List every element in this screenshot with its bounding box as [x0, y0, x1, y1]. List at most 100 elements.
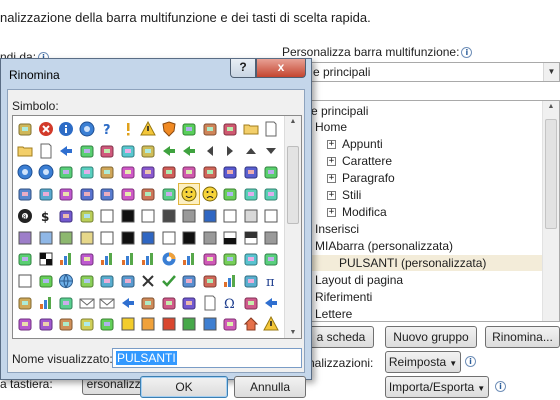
cycle-icon[interactable]	[200, 271, 220, 291]
smiley-icon[interactable]	[178, 183, 200, 206]
dark-half-square-icon[interactable]	[241, 228, 261, 248]
expand-plus-icon[interactable]: +	[327, 191, 336, 201]
white-square-icon[interactable]	[97, 206, 117, 226]
right-circle-icon[interactable]	[36, 162, 56, 182]
pages-icon[interactable]	[200, 293, 220, 313]
eye-icon[interactable]	[56, 206, 76, 226]
blank-page-icon[interactable]	[261, 119, 281, 139]
blue-square-icon[interactable]	[138, 228, 158, 248]
yellow-square-icon[interactable]	[77, 228, 97, 248]
edit-icon[interactable]	[77, 162, 97, 182]
calendar-icon[interactable]	[159, 293, 179, 313]
pie-chart-icon[interactable]	[138, 249, 158, 269]
book-icon[interactable]	[241, 162, 261, 182]
bar-graph-icon[interactable]	[97, 249, 117, 269]
new-tab-button[interactable]: a scheda	[308, 326, 374, 348]
donut-icon[interactable]	[159, 249, 179, 269]
left-arrow-icon[interactable]	[200, 141, 220, 161]
monitor-icon[interactable]	[241, 271, 261, 291]
grey-square-icon[interactable]	[179, 206, 199, 226]
tree-item[interactable]: Home	[315, 119, 347, 135]
up-arrow-icon[interactable]	[241, 141, 261, 161]
contact-card-icon[interactable]	[36, 271, 56, 291]
symbol-scrollbar[interactable]: ▲ ▼	[284, 116, 301, 338]
white-square-icon[interactable]	[220, 206, 240, 226]
balance-icon[interactable]	[261, 162, 281, 182]
ball-icon[interactable]: 8	[15, 206, 35, 226]
save-as-icon[interactable]	[220, 119, 240, 139]
open-folder-icon[interactable]	[15, 141, 35, 161]
scissors-icon[interactable]	[97, 162, 117, 182]
right-arrow-blue-icon[interactable]	[261, 293, 281, 313]
half-square-icon[interactable]	[220, 228, 240, 248]
folder-icon[interactable]	[241, 119, 261, 139]
clock-icon[interactable]	[118, 184, 138, 204]
checkmark-icon[interactable]	[159, 271, 179, 291]
yellow-box-icon[interactable]	[118, 314, 138, 334]
cone-icon[interactable]	[77, 249, 97, 269]
checker-icon[interactable]	[36, 249, 56, 269]
triangle-ruler-icon[interactable]	[179, 271, 199, 291]
grey-square-icon[interactable]	[261, 228, 281, 248]
tree-item[interactable]: + Appunti	[327, 136, 383, 152]
ruler-icon[interactable]	[118, 162, 138, 182]
dots-icon[interactable]	[15, 249, 35, 269]
warning-icon[interactable]	[138, 119, 158, 139]
book-stack-icon[interactable]	[241, 249, 261, 269]
key-icon[interactable]	[36, 184, 56, 204]
tree-item[interactable]: + Modifica	[327, 204, 387, 220]
box-icon[interactable]	[261, 249, 281, 269]
chart-stack-icon[interactable]	[220, 271, 240, 291]
expand-plus-icon[interactable]: +	[327, 157, 336, 167]
red-x-icon[interactable]	[36, 119, 56, 139]
cut-icon[interactable]	[56, 184, 76, 204]
tree-item[interactable]: MIAbarra (personalizzata)	[315, 238, 453, 254]
print-preview-icon[interactable]	[97, 141, 117, 161]
pin-icon[interactable]	[56, 162, 76, 182]
paste-icon[interactable]	[138, 141, 158, 161]
import-export-button[interactable]: Importa/Esporta ▼	[385, 376, 489, 398]
anchor-icon[interactable]	[138, 293, 158, 313]
white-square-icon[interactable]	[261, 206, 281, 226]
x-mark-icon[interactable]	[138, 271, 158, 291]
magnifier-icon[interactable]	[15, 184, 35, 204]
light-grey-square-icon[interactable]	[241, 206, 261, 226]
ribbon-tabs-combo[interactable]: e principali ▼	[308, 62, 560, 82]
category-icon[interactable]	[200, 249, 220, 269]
red-box-icon[interactable]	[159, 314, 179, 334]
tree-item[interactable]: Lettere	[315, 306, 352, 321]
puzzle-icon[interactable]	[220, 314, 240, 334]
tree-item[interactable]: Inserisci	[315, 221, 359, 237]
table-icon[interactable]	[220, 162, 240, 182]
clipboard-icon[interactable]	[118, 141, 138, 161]
rename-button[interactable]: Rinomina...	[485, 326, 560, 348]
dollar-icon[interactable]: $	[36, 206, 56, 226]
blue-box-icon[interactable]	[200, 314, 220, 334]
house-icon[interactable]	[241, 314, 261, 334]
white-square-icon[interactable]	[159, 228, 179, 248]
scroll-up-icon[interactable]: ▲	[285, 118, 301, 125]
new-group-button[interactable]: Nuovo gruppo	[385, 326, 477, 348]
sliders-icon[interactable]	[56, 314, 76, 334]
black-square-icon[interactable]	[118, 228, 138, 248]
expand-plus-icon[interactable]: +	[327, 208, 336, 218]
black-square-icon[interactable]	[179, 228, 199, 248]
chat-icon[interactable]	[261, 184, 281, 204]
info-icon[interactable]	[56, 119, 76, 139]
line-chart-icon[interactable]	[36, 293, 56, 313]
ribbon-tree[interactable]: e principali Home + Appunti + Carattere + Para…	[308, 100, 560, 322]
pi-icon[interactable]: π	[261, 271, 281, 291]
tree-scroll-thumb[interactable]	[545, 119, 557, 229]
expand-plus-icon[interactable]: +	[327, 174, 336, 184]
green-square-icon[interactable]	[56, 228, 76, 248]
image-icon[interactable]	[97, 314, 117, 334]
tree-item[interactable]: Layout di pagina	[315, 272, 403, 288]
save-multiple-icon[interactable]	[200, 119, 220, 139]
undo-icon[interactable]	[56, 141, 76, 161]
back-arrow-icon[interactable]	[159, 141, 179, 161]
tree-item-selected[interactable]: PULSANTI (personalizzata)	[309, 255, 543, 271]
purple-square-icon[interactable]	[15, 228, 35, 248]
pencil-icon[interactable]	[138, 162, 158, 182]
scroll-up-icon[interactable]: ▲	[543, 103, 559, 110]
square-outline-icon[interactable]	[15, 271, 35, 291]
